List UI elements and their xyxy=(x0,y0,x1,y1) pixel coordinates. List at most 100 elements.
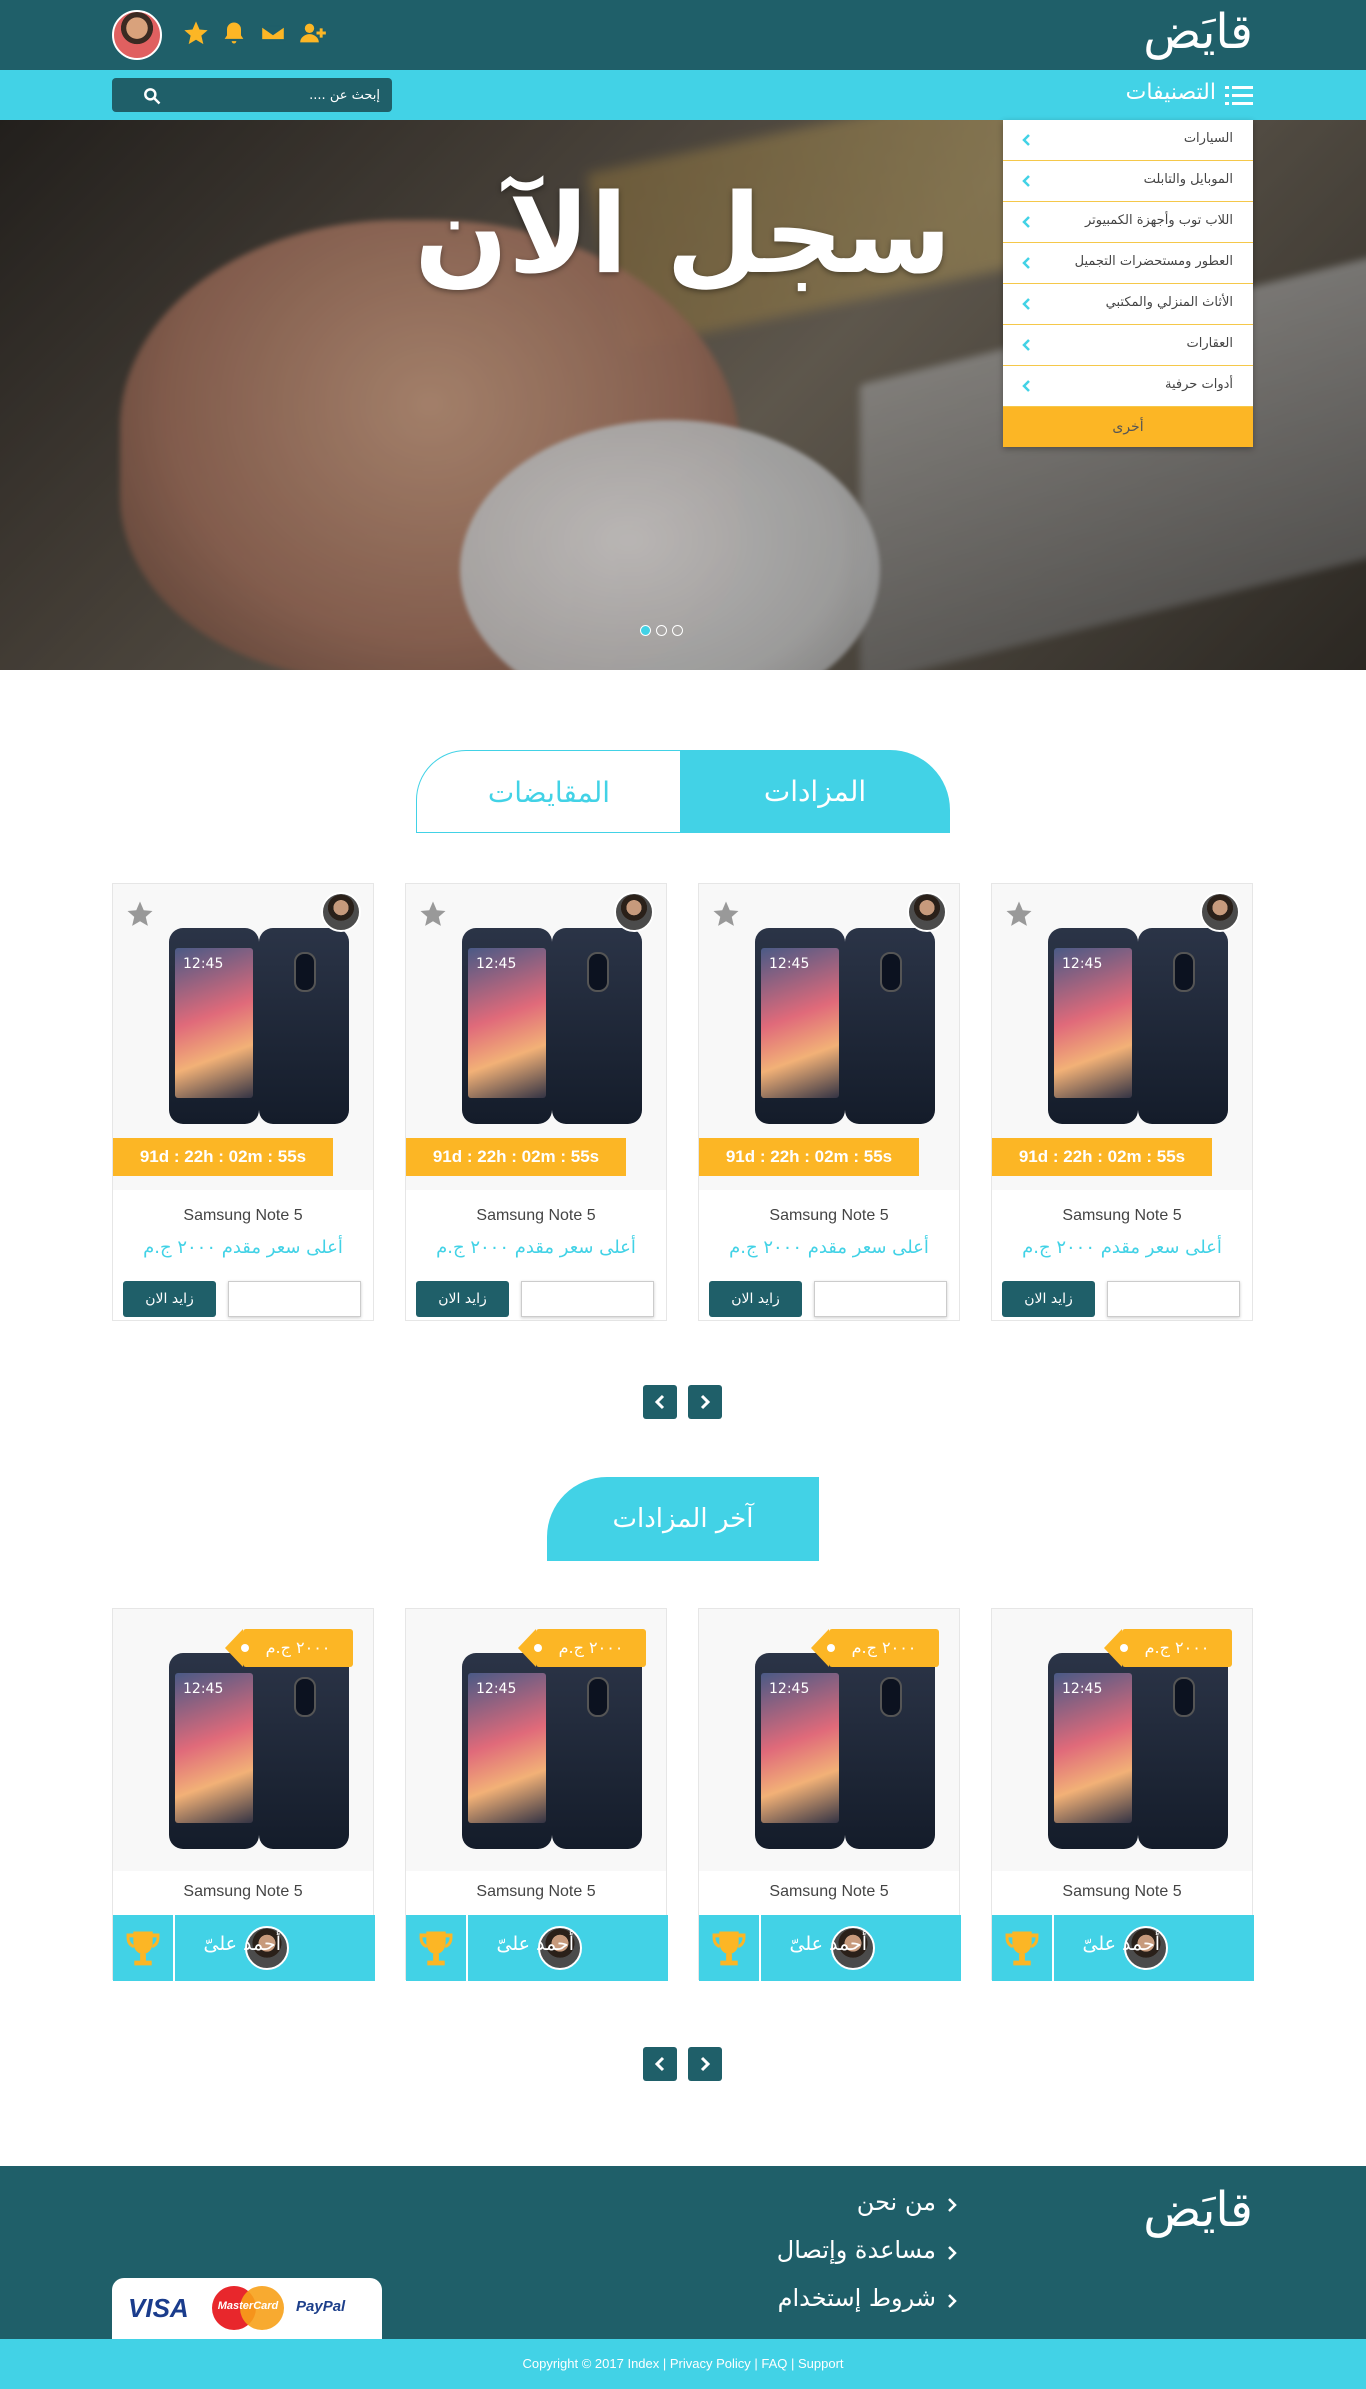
chevron-left-icon xyxy=(1022,257,1030,269)
product-name[interactable]: Samsung Note 5 xyxy=(992,1207,1252,1225)
visa-logo: VISA xyxy=(128,2293,189,2323)
dropdown-item[interactable]: الموبايل والتابلت xyxy=(1003,161,1253,202)
prev-button[interactable] xyxy=(643,1385,677,1419)
product-name[interactable]: Samsung Note 5 xyxy=(699,1207,959,1225)
categories-title[interactable]: التصنيفات xyxy=(1126,80,1216,105)
winner-name[interactable]: أحمد علىّ xyxy=(497,1933,574,1955)
seller-avatar[interactable] xyxy=(321,892,361,932)
countdown-timer: 91d : 22h : 02m : 55s xyxy=(113,1138,333,1176)
countdown-timer: 91d : 22h : 02m : 55s xyxy=(406,1138,626,1176)
envelope-icon[interactable] xyxy=(259,18,287,48)
bid-amount-input[interactable] xyxy=(521,1281,654,1317)
dropdown-item[interactable]: العقارات xyxy=(1003,325,1253,366)
product-name[interactable]: Samsung Note 5 xyxy=(699,1883,959,1901)
price-tag: ٢٠٠٠ ج.م xyxy=(1104,1629,1232,1667)
phone-front-image: 12:45 xyxy=(755,928,845,1124)
price-tag: ٢٠٠٠ ج.م xyxy=(811,1629,939,1667)
bid-now-button[interactable]: زايد الان xyxy=(709,1281,802,1317)
auction-card[interactable]: 12:45 91d : 22h : 02m : 55s Samsung Note 5… xyxy=(405,883,667,1321)
add-user-icon[interactable] xyxy=(299,18,327,48)
winner-name[interactable]: أحمد علىّ xyxy=(204,1933,281,1955)
footer-link-terms[interactable]: شروط إستخدام xyxy=(778,2284,936,2312)
product-image[interactable]: 12:45 ٢٠٠٠ ج.م xyxy=(699,1609,959,1871)
bid-amount-input[interactable] xyxy=(228,1281,361,1317)
chevron-left-icon xyxy=(1022,175,1030,187)
favorite-star-icon[interactable] xyxy=(125,899,155,929)
phone-back-image xyxy=(845,928,935,1124)
product-image[interactable]: 12:45 ٢٠٠٠ ج.م xyxy=(992,1609,1252,1871)
user-avatar[interactable] xyxy=(112,10,162,60)
phone-front-image: 12:45 xyxy=(1048,1653,1138,1849)
phone-back-image xyxy=(259,928,349,1124)
product-image[interactable]: 12:45 ٢٠٠٠ ج.م xyxy=(406,1609,666,1871)
bid-amount-input[interactable] xyxy=(1107,1281,1240,1317)
search-icon[interactable] xyxy=(142,86,162,106)
product-name[interactable]: Samsung Note 5 xyxy=(113,1883,373,1901)
chevron-right-icon xyxy=(700,1394,711,1410)
dropdown-item[interactable]: أدوات حرفية xyxy=(1003,366,1253,407)
product-name[interactable]: Samsung Note 5 xyxy=(113,1207,373,1225)
winner-name[interactable]: أحمد علىّ xyxy=(1083,1933,1160,1955)
chevron-right-icon xyxy=(948,2198,957,2212)
chevron-left-icon xyxy=(1022,380,1030,392)
dropdown-other[interactable]: أخرى xyxy=(1003,407,1253,447)
next-button[interactable] xyxy=(688,2047,722,2081)
product-image[interactable]: 12:45 91d : 22h : 02m : 55s xyxy=(699,884,959,1190)
footer-logo[interactable]: قايَض xyxy=(1143,2186,1253,2234)
latest-auctions-title: آخر المزادات xyxy=(547,1477,819,1561)
product-name[interactable]: Samsung Note 5 xyxy=(992,1883,1252,1901)
footer-link-help[interactable]: مساعدة وإتصال xyxy=(777,2236,936,2264)
mastercard-logo: MasterCard xyxy=(212,2286,284,2330)
price-tag: ٢٠٠٠ ج.م xyxy=(225,1629,353,1667)
bid-now-button[interactable]: زايد الان xyxy=(123,1281,216,1317)
slider-dot[interactable] xyxy=(672,625,683,636)
winner-name[interactable]: أحمد علىّ xyxy=(790,1933,867,1955)
seller-avatar[interactable] xyxy=(1200,892,1240,932)
favorite-star-icon[interactable] xyxy=(711,899,741,929)
phone-front-image: 12:45 xyxy=(462,1653,552,1849)
chevron-left-icon xyxy=(1022,216,1030,228)
dropdown-item[interactable]: الأثاث المنزلي والمكتبي xyxy=(1003,284,1253,325)
latest-auction-card[interactable]: 12:45 ٢٠٠٠ ج.م Samsung Note 5 أحمد علىّ xyxy=(112,1608,375,1981)
auction-card[interactable]: 12:45 91d : 22h : 02m : 55s Samsung Note 5… xyxy=(698,883,960,1321)
dropdown-item[interactable]: اللاب توب وأجهزة الكمبيوتر xyxy=(1003,202,1253,243)
latest-auction-card[interactable]: 12:45 ٢٠٠٠ ج.م Samsung Note 5 أحمد علىّ xyxy=(991,1608,1254,1981)
countdown-timer: 91d : 22h : 02m : 55s xyxy=(699,1138,919,1176)
slider-dots xyxy=(640,621,688,640)
tab-barter[interactable]: المقايضات xyxy=(416,750,682,833)
next-button[interactable] xyxy=(688,1385,722,1419)
product-image[interactable]: 12:45 91d : 22h : 02m : 55s xyxy=(406,884,666,1190)
product-name[interactable]: Samsung Note 5 xyxy=(406,1207,666,1225)
product-image[interactable]: 12:45 ٢٠٠٠ ج.م xyxy=(113,1609,373,1871)
dropdown-item[interactable]: السيارات xyxy=(1003,120,1253,161)
bell-icon[interactable] xyxy=(220,18,248,48)
auction-card[interactable]: 12:45 91d : 22h : 02m : 55s Samsung Note 5… xyxy=(991,883,1253,1321)
prev-button[interactable] xyxy=(643,2047,677,2081)
favorite-star-icon[interactable] xyxy=(418,899,448,929)
highest-bid: أعلى سعر مقدم ٢٠٠٠ ج.م xyxy=(729,1237,929,1258)
site-logo[interactable]: قايَض xyxy=(1143,8,1253,56)
slider-dot[interactable] xyxy=(640,625,651,636)
dropdown-item[interactable]: العطور ومستحضرات التجميل xyxy=(1003,243,1253,284)
star-icon[interactable] xyxy=(182,18,210,48)
slider-dot[interactable] xyxy=(656,625,667,636)
product-image[interactable]: 12:45 91d : 22h : 02m : 55s xyxy=(992,884,1252,1190)
favorite-star-icon[interactable] xyxy=(1004,899,1034,929)
product-image[interactable]: 12:45 91d : 22h : 02m : 55s xyxy=(113,884,373,1190)
bid-now-button[interactable]: زايد الان xyxy=(416,1281,509,1317)
seller-avatar[interactable] xyxy=(907,892,947,932)
bid-now-button[interactable]: زايد الان xyxy=(1002,1281,1095,1317)
latest-auction-card[interactable]: 12:45 ٢٠٠٠ ج.م Samsung Note 5 أحمد علىّ xyxy=(405,1608,668,1981)
winner-bar: أحمد علىّ xyxy=(699,1915,961,1981)
search-input[interactable] xyxy=(190,85,380,105)
latest-auction-card[interactable]: 12:45 ٢٠٠٠ ج.م Samsung Note 5 أحمد علىّ xyxy=(698,1608,961,1981)
menu-list-icon[interactable] xyxy=(1225,85,1253,107)
phone-front-image: 12:45 xyxy=(1048,928,1138,1124)
seller-avatar[interactable] xyxy=(614,892,654,932)
auction-card[interactable]: 12:45 91d : 22h : 02m : 55s Samsung Note 5… xyxy=(112,883,374,1321)
tab-auctions[interactable]: المزادات xyxy=(680,750,950,833)
footer-link-about[interactable]: من نحن xyxy=(857,2188,936,2216)
highest-bid: أعلى سعر مقدم ٢٠٠٠ ج.م xyxy=(143,1237,343,1258)
product-name[interactable]: Samsung Note 5 xyxy=(406,1883,666,1901)
bid-amount-input[interactable] xyxy=(814,1281,947,1317)
